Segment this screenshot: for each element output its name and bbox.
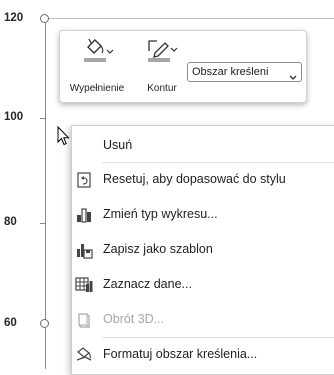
menu-item-label: Usuń bbox=[103, 138, 133, 152]
resize-handle-bottom[interactable] bbox=[40, 319, 49, 328]
y-tick-mark bbox=[40, 223, 46, 224]
resize-handle-top[interactable] bbox=[40, 14, 49, 23]
menu-item-3d-rotation[interactable]: Obrót 3D... bbox=[72, 306, 334, 334]
menu-item-save-template[interactable]: Zapisz jako szablon bbox=[72, 236, 334, 264]
y-tick-label-60: 60 bbox=[4, 317, 17, 329]
context-menu: Usuń Resetuj, aby dopasować do stylu Zmi… bbox=[71, 125, 334, 375]
reset-style-icon bbox=[75, 171, 93, 189]
menu-item-label: Zmień typ wykresu... bbox=[103, 207, 218, 221]
menu-item-reset-style[interactable]: Resetuj, aby dopasować do stylu bbox=[72, 166, 334, 194]
plot-area-border bbox=[49, 18, 334, 19]
menu-separator bbox=[102, 337, 334, 338]
chevron-down-icon bbox=[289, 69, 297, 81]
menu-item-label: Zapisz jako szablon bbox=[103, 242, 213, 256]
mini-toolbar: Wypełnienie Kontur Obszar kreśleni bbox=[59, 30, 307, 103]
paint-bucket-icon bbox=[80, 37, 114, 72]
select-data-icon bbox=[75, 276, 93, 294]
y-tick-label-120: 120 bbox=[4, 12, 24, 24]
menu-item-label: Resetuj, aby dopasować do stylu bbox=[103, 172, 286, 186]
pen-outline-icon bbox=[145, 37, 179, 72]
chart-element-select-value: Obszar kreśleni bbox=[192, 66, 269, 78]
y-tick-label-100: 100 bbox=[4, 111, 24, 123]
menu-item-delete[interactable]: Usuń bbox=[72, 132, 334, 160]
outline-label: Kontur bbox=[147, 83, 177, 94]
menu-item-label: Formatuj obszar kreślenia... bbox=[103, 347, 258, 361]
outline-button[interactable]: Kontur bbox=[139, 37, 185, 97]
y-axis-line bbox=[45, 19, 46, 369]
save-template-icon bbox=[75, 241, 93, 259]
menu-item-select-data[interactable]: Zaznacz dane... bbox=[72, 271, 334, 299]
format-area-icon bbox=[75, 346, 93, 364]
menu-item-label: Obrót 3D... bbox=[103, 312, 165, 326]
chart-element-select[interactable]: Obszar kreśleni bbox=[187, 62, 302, 82]
menu-item-format-plot-area[interactable]: Formatuj obszar kreślenia... bbox=[72, 341, 334, 369]
fill-label: Wypełnienie bbox=[69, 83, 125, 94]
mouse-cursor-icon bbox=[57, 125, 71, 151]
y-tick-label-80: 80 bbox=[4, 216, 17, 228]
menu-separator bbox=[102, 162, 334, 163]
menu-item-change-chart-type[interactable]: Zmień typ wykresu... bbox=[72, 201, 334, 229]
rotation-3d-icon bbox=[75, 311, 93, 329]
chart-type-icon bbox=[75, 206, 93, 224]
fill-button[interactable]: Wypełnienie bbox=[64, 37, 130, 97]
menu-item-label: Zaznacz dane... bbox=[103, 277, 192, 291]
y-tick-mark bbox=[40, 118, 46, 119]
